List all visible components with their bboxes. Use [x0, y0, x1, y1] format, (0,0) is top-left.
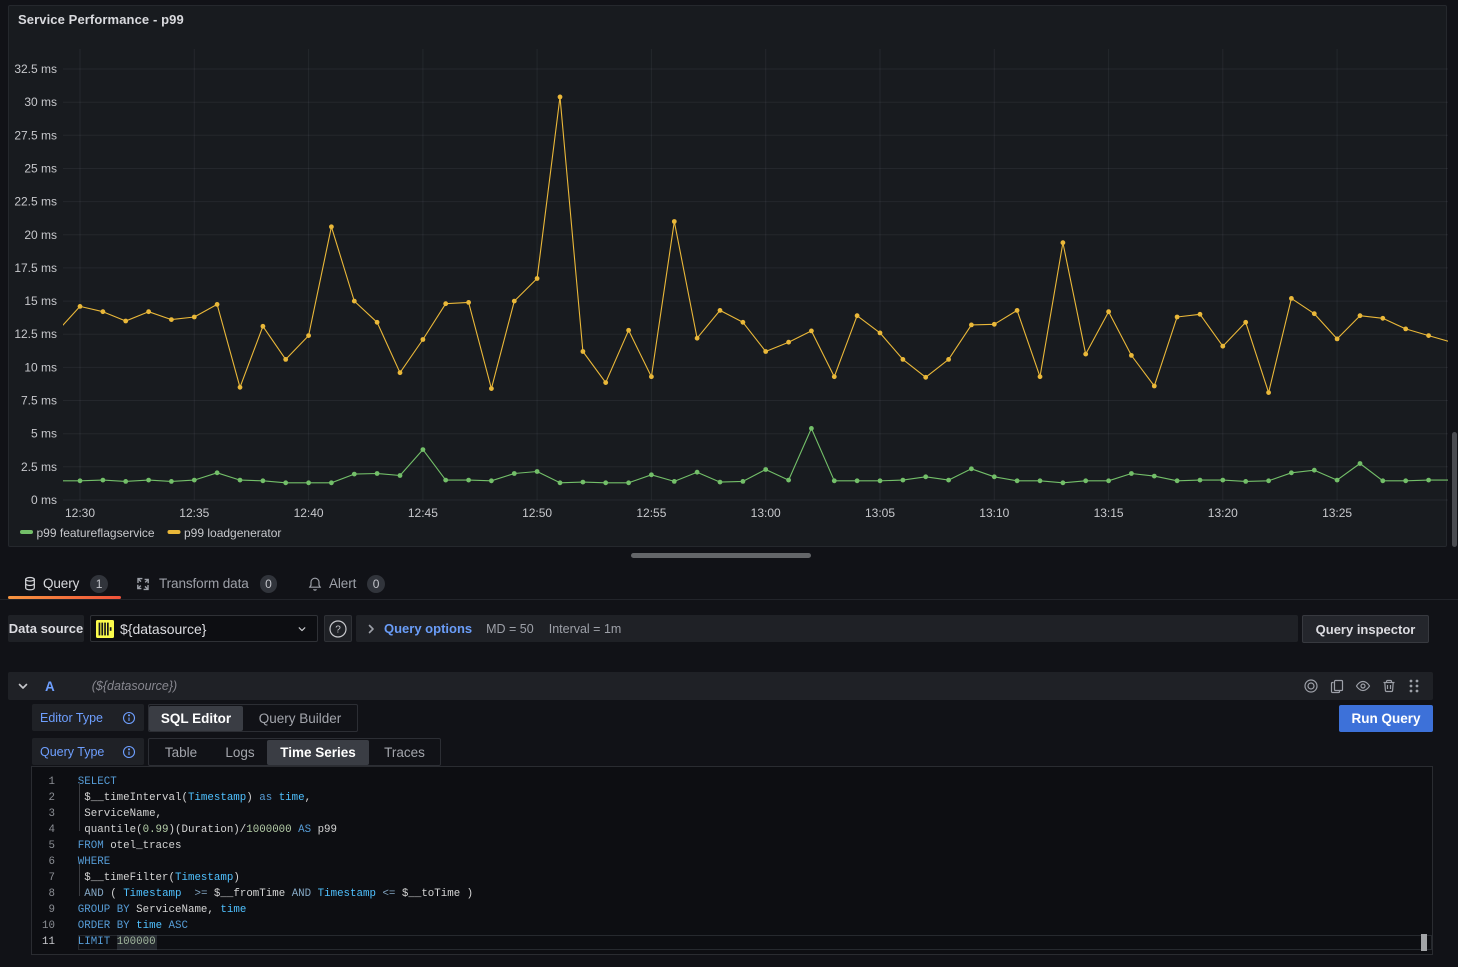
svg-text:12.5 ms: 12.5 ms: [14, 327, 57, 341]
svg-text:p99 loadgenerator: p99 loadgenerator: [184, 526, 281, 540]
svg-text:12:30: 12:30: [65, 506, 95, 520]
svg-text:13:10: 13:10: [979, 506, 1009, 520]
svg-text:32.5 ms: 32.5 ms: [14, 62, 57, 76]
svg-text:30 ms: 30 ms: [24, 95, 57, 109]
svg-text:13:20: 13:20: [1208, 506, 1238, 520]
svg-text:25 ms: 25 ms: [24, 162, 57, 176]
svg-text:12:45: 12:45: [408, 506, 438, 520]
svg-text:12:50: 12:50: [522, 506, 552, 520]
svg-text:2.5 ms: 2.5 ms: [21, 460, 57, 474]
svg-text:10 ms: 10 ms: [24, 360, 57, 374]
svg-text:p99 featureflagservice: p99 featureflagservice: [37, 526, 155, 540]
svg-text:13:25: 13:25: [1322, 506, 1352, 520]
svg-text:20 ms: 20 ms: [24, 228, 57, 242]
svg-text:27.5 ms: 27.5 ms: [14, 128, 57, 142]
svg-text:13:15: 13:15: [1094, 506, 1124, 520]
svg-text:22.5 ms: 22.5 ms: [14, 195, 57, 209]
svg-text:?: ?: [335, 624, 341, 635]
svg-text:12:40: 12:40: [294, 506, 324, 520]
svg-text:13:05: 13:05: [865, 506, 895, 520]
svg-text:17.5 ms: 17.5 ms: [14, 261, 57, 275]
svg-text:7.5 ms: 7.5 ms: [21, 394, 57, 408]
svg-text:5 ms: 5 ms: [31, 427, 57, 441]
svg-text:12:55: 12:55: [636, 506, 666, 520]
svg-text:12:35: 12:35: [179, 506, 209, 520]
svg-text:13:00: 13:00: [751, 506, 781, 520]
svg-text:0 ms: 0 ms: [31, 493, 57, 507]
svg-text:15 ms: 15 ms: [24, 294, 57, 308]
